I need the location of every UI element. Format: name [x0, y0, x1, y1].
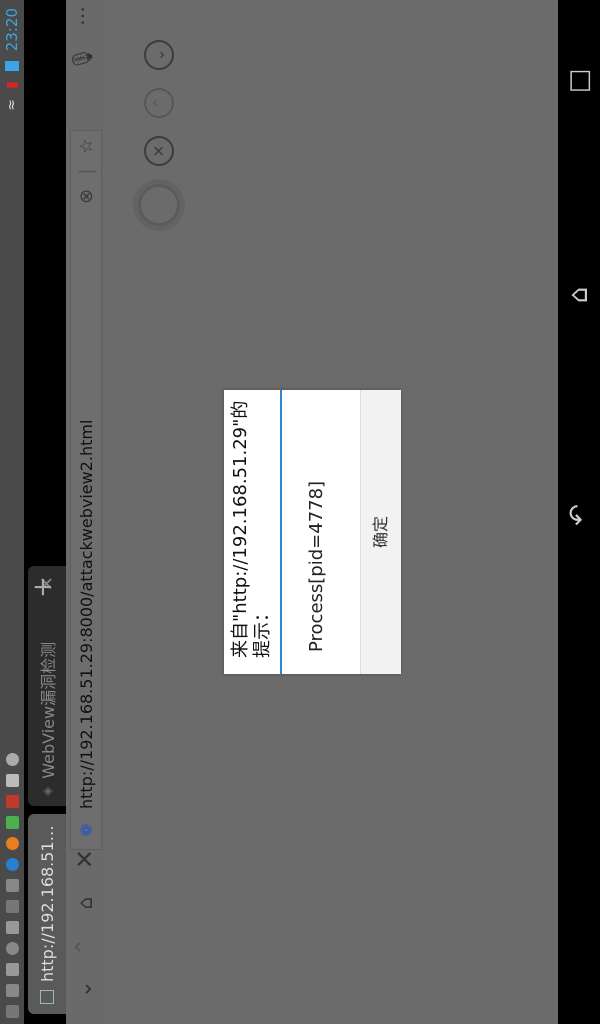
- baidu-paw-icon: ❁: [76, 823, 96, 837]
- dialog-button-row: 确定: [360, 390, 401, 674]
- tab-active[interactable]: http://192.168.51....: [28, 814, 66, 1014]
- alert-dialog: 来自"http://192.168.51.29"的提示： Process[pid…: [224, 390, 401, 674]
- tab-label: http://192.168.51....: [37, 824, 57, 982]
- more-menu-icon[interactable]: ⋯: [70, 6, 94, 26]
- status-right: ≈ ▮ 23:20: [0, 8, 24, 111]
- signal-icon: ▮: [4, 81, 20, 89]
- new-tab-button[interactable]: +: [28, 576, 58, 598]
- find-previous-icon[interactable]: ⌃: [144, 88, 174, 118]
- page-favicon-icon: [40, 990, 54, 1004]
- find-next-icon[interactable]: ⌄: [144, 40, 174, 70]
- ok-button[interactable]: 确定: [361, 390, 401, 674]
- browser-toolbar: ⌄ ⌃ ⌂ ✕ ❁ http://192.168.51.29:8000/atta…: [66, 0, 170, 1024]
- notification-icons: [4, 753, 20, 1018]
- browser-screen: ≈ ▮ 23:20 http://192.168.51.... ◈ WebVie…: [0, 0, 600, 1024]
- clear-url-icon[interactable]: ⊗: [76, 189, 97, 204]
- forward-icon[interactable]: ⌃: [70, 932, 100, 962]
- warning-icon: [5, 774, 19, 787]
- url-text[interactable]: http://192.168.51.29:8000/attackwebview2…: [77, 211, 96, 809]
- dialog-title: 来自"http://192.168.51.29"的提示：: [230, 400, 273, 658]
- address-actions: ⊗ | ☆: [76, 131, 97, 211]
- bookmark-star-icon[interactable]: ☆: [76, 138, 97, 154]
- back-icon[interactable]: ↶: [564, 500, 594, 530]
- system-nav-bar: ↶ ⌂ □: [558, 0, 600, 1024]
- red-app-icon: [5, 795, 19, 808]
- menu-down-icon[interactable]: ⌄: [70, 974, 100, 1004]
- home-icon[interactable]: ⌂: [70, 888, 100, 918]
- findbar: ✕ ⌃ ⌄: [138, 40, 180, 232]
- android-icon: [5, 753, 19, 766]
- tab-favicon-icon: ◈: [40, 786, 54, 796]
- orange-app-icon: [5, 837, 19, 850]
- tab-strip: http://192.168.51.... ◈ WebView漏洞检测 ✕ +: [24, 0, 66, 1024]
- green-app-icon: [5, 816, 19, 829]
- screenshot-icon: [5, 963, 19, 976]
- web-content: ✕ ⌃ ⌄ 来自"http://192.168.51.29"的提示： Proce…: [104, 0, 600, 1024]
- tab-webview-detection[interactable]: ◈ WebView漏洞检测 ✕: [28, 566, 66, 806]
- status-bar: ≈ ▮ 23:20: [0, 0, 24, 1024]
- toolbar-right: 🎙 ⋯: [70, 6, 94, 71]
- usb-icon: [5, 1005, 19, 1018]
- sync-icon: [5, 942, 19, 955]
- app-notification-icon: [5, 921, 19, 934]
- divider: |: [75, 168, 97, 175]
- download-icon: [5, 900, 19, 913]
- battery-icon: [5, 61, 19, 72]
- floating-ball-icon[interactable]: [138, 184, 180, 226]
- facebook-icon: [5, 858, 19, 871]
- home-button-icon[interactable]: ⌂: [564, 280, 594, 310]
- dialog-message: Process[pid=4778]: [306, 480, 327, 652]
- check-icon: [5, 879, 19, 892]
- recent-apps-icon[interactable]: □: [564, 66, 594, 96]
- usb-debug-icon: [5, 984, 19, 997]
- dialog-divider: [280, 390, 282, 674]
- microphone-icon[interactable]: 🎙: [70, 46, 94, 71]
- wifi-icon: ≈: [4, 98, 20, 111]
- tab-label: WebView漏洞检测: [39, 641, 58, 779]
- address-bar[interactable]: ❁ http://192.168.51.29:8000/attackwebvie…: [70, 130, 102, 850]
- close-find-icon[interactable]: ✕: [144, 136, 174, 166]
- clock: 23:20: [3, 8, 21, 52]
